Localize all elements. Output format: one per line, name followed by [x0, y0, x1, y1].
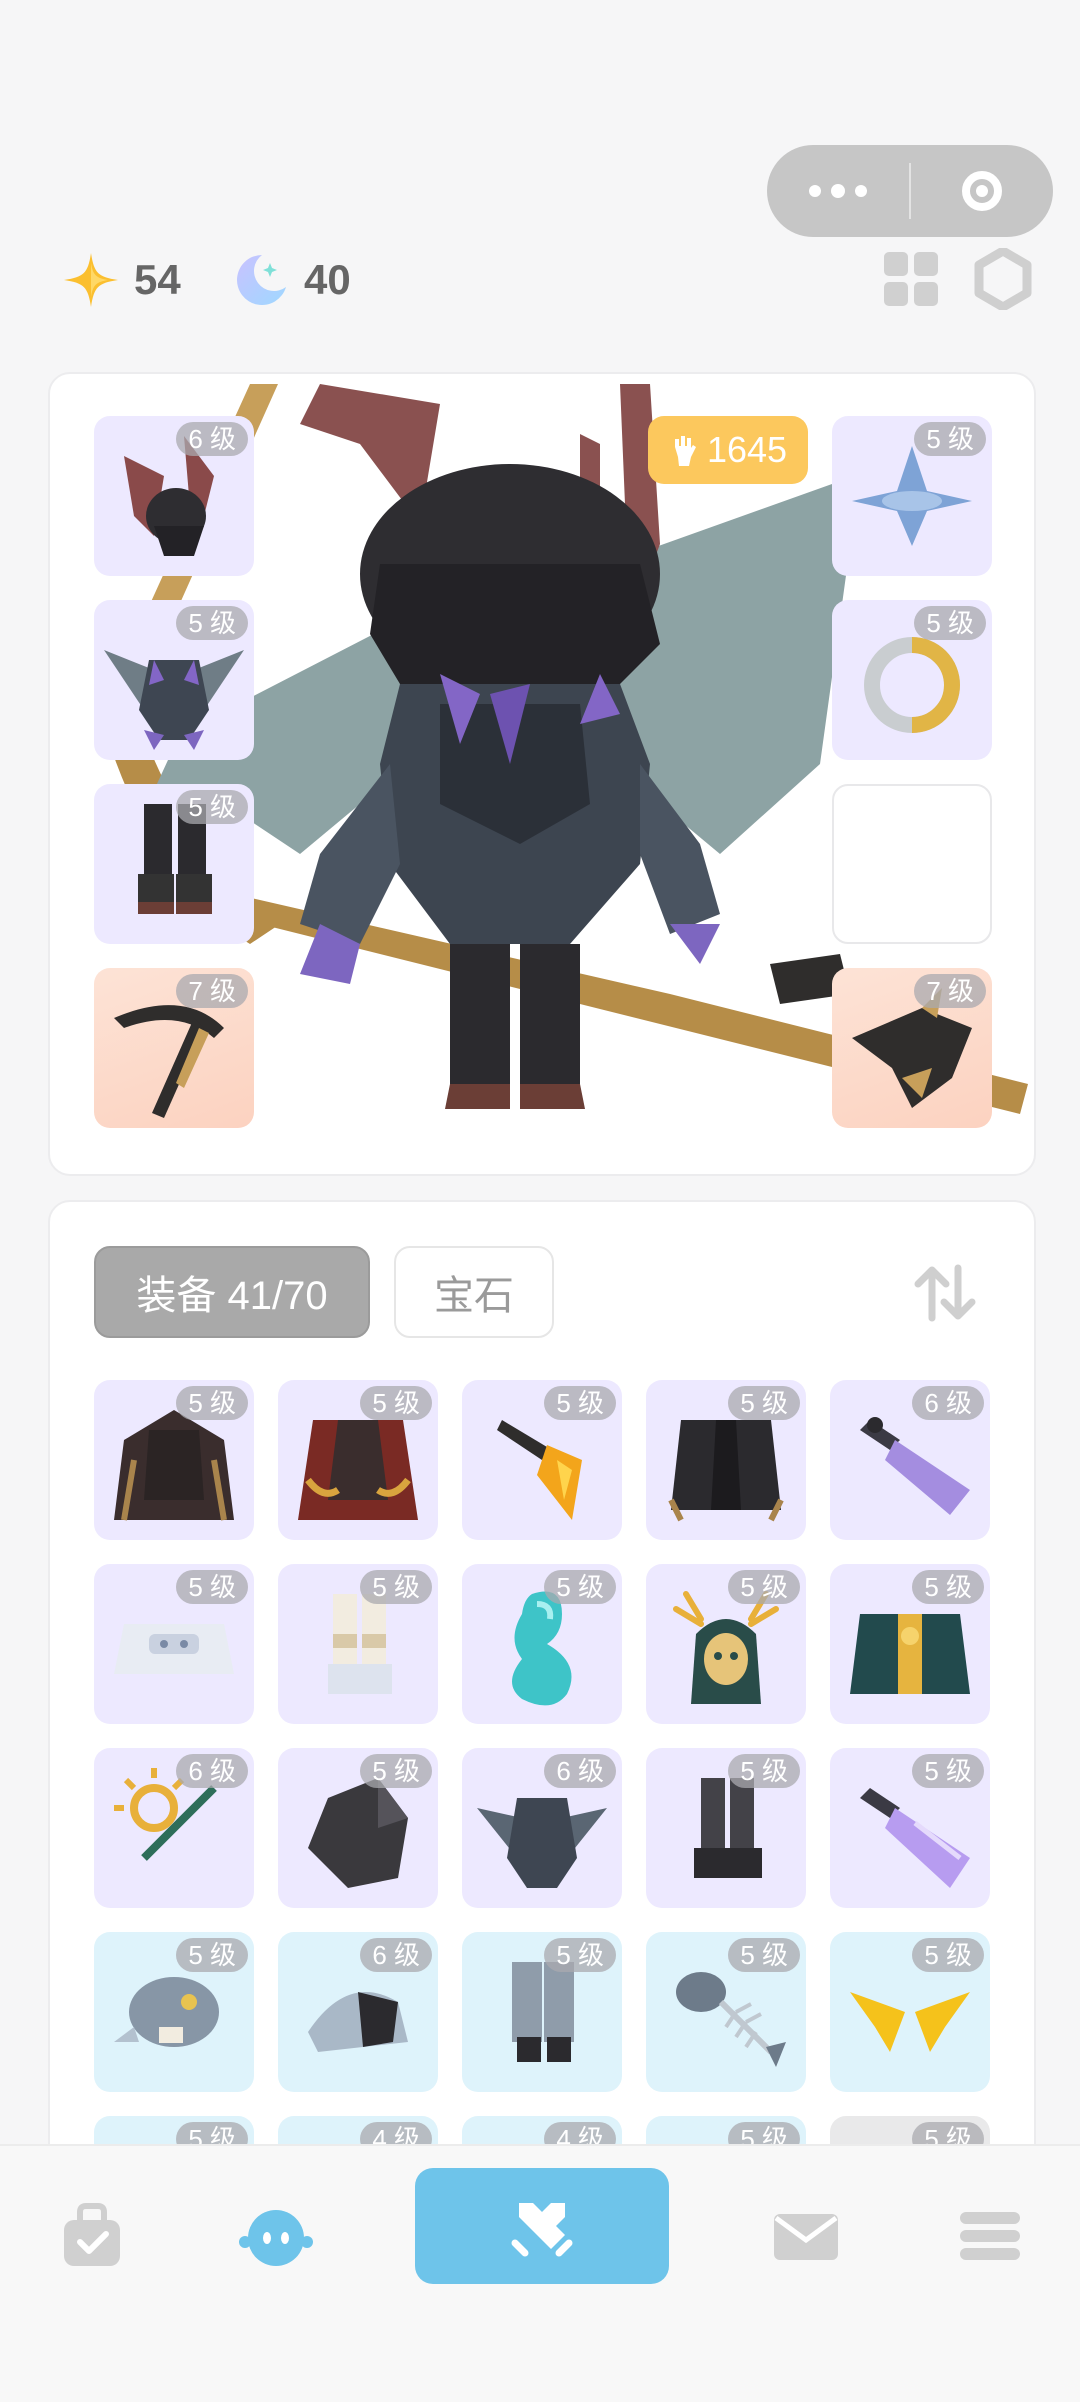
level-badge: 5 级 — [728, 1570, 800, 1604]
combat-power-badge: 1645 — [648, 416, 808, 484]
level-badge: 6 级 — [912, 1386, 984, 1420]
inventory-item[interactable]: 5 级 — [94, 1380, 254, 1540]
inventory-item[interactable]: 5 级 — [278, 1564, 438, 1724]
close-button[interactable] — [911, 171, 1053, 211]
star-count: 54 — [134, 256, 181, 303]
level-badge: 5 级 — [176, 1570, 248, 1604]
inventory-item[interactable]: 5 级 — [830, 1748, 990, 1908]
level-badge: 5 级 — [176, 1938, 248, 1972]
character-panel: 1645 6 级 5 级 5 级 7 级 5 级 5 级 7 级 — [48, 372, 1036, 1176]
level-badge: 7 级 — [914, 974, 986, 1008]
inventory-item[interactable]: 5 级 — [462, 1932, 622, 2092]
combat-power-value: 1645 — [706, 429, 788, 470]
slot-ring[interactable]: 5 级 — [832, 600, 992, 760]
inventory-item[interactable]: 5 级 — [646, 1932, 806, 2092]
bottom-nav — [0, 2144, 1080, 2402]
slot-weapon[interactable]: 7 级 — [94, 968, 254, 1128]
character-icon[interactable] — [236, 2196, 316, 2276]
inventory-item[interactable]: 5 级 — [830, 1564, 990, 1724]
slot-empty[interactable] — [832, 784, 992, 944]
inventory-item[interactable]: 5 级 — [646, 1748, 806, 1908]
inventory-item[interactable]: 5 级 — [462, 1564, 622, 1724]
level-badge: 5 级 — [176, 790, 248, 824]
more-button[interactable] — [767, 145, 909, 237]
grid-icon[interactable] — [884, 252, 938, 306]
tab-gems[interactable]: 宝石 — [394, 1246, 554, 1338]
inventory-item[interactable]: 6 级 — [462, 1748, 622, 1908]
star-currency: 54 — [62, 248, 181, 312]
level-badge: 6 级 — [176, 1754, 248, 1788]
moon-currency: 40 — [232, 248, 351, 312]
moon-icon — [237, 255, 286, 305]
inventory-item[interactable]: 5 级 — [646, 1564, 806, 1724]
level-badge: 7 级 — [176, 974, 248, 1008]
level-badge: 5 级 — [912, 1754, 984, 1788]
slot-helmet[interactable]: 6 级 — [94, 416, 254, 576]
inventory-item[interactable]: 6 级 — [94, 1748, 254, 1908]
level-badge: 5 级 — [728, 1754, 800, 1788]
level-badge: 5 级 — [912, 1938, 984, 1972]
slot-boots[interactable]: 5 级 — [94, 784, 254, 944]
sort-icon[interactable] — [910, 1258, 980, 1328]
level-badge: 5 级 — [176, 606, 248, 640]
slot-armor[interactable]: 5 级 — [94, 600, 254, 760]
level-badge: 5 级 — [914, 422, 986, 456]
inventory-item[interactable]: 5 级 — [278, 1748, 438, 1908]
settings-hex-icon[interactable] — [972, 248, 1034, 310]
inventory-item[interactable]: 6 级 — [830, 1380, 990, 1540]
battle-icon — [511, 2203, 573, 2257]
level-badge: 6 级 — [176, 422, 248, 456]
battle-button[interactable] — [415, 2168, 669, 2284]
close-icon — [962, 171, 1002, 211]
level-badge: 5 级 — [544, 1938, 616, 1972]
inventory-item[interactable]: 6 级 — [278, 1932, 438, 2092]
level-badge: 5 级 — [360, 1570, 432, 1604]
miniprogram-capsule — [767, 145, 1053, 237]
level-badge: 5 级 — [544, 1570, 616, 1604]
level-badge: 6 级 — [544, 1754, 616, 1788]
level-badge: 5 级 — [728, 1386, 800, 1420]
bag-icon[interactable] — [52, 2196, 132, 2276]
inventory-item[interactable]: 5 级 — [646, 1380, 806, 1540]
power-fist-icon — [674, 436, 696, 466]
inventory-item[interactable]: 5 级 — [94, 1564, 254, 1724]
star-icon — [64, 253, 118, 307]
level-badge: 5 级 — [544, 1386, 616, 1420]
level-badge: 5 级 — [728, 1938, 800, 1972]
mail-icon[interactable] — [766, 2196, 846, 2276]
inventory-item[interactable]: 5 级 — [830, 1932, 990, 2092]
inventory-panel: 装备 41/70 宝石 5 级 5 级 5 级 5 级 6 级 5 级 5 级 5 级 5 级 5… — [48, 1200, 1036, 2200]
slot-hat[interactable]: 5 级 — [832, 416, 992, 576]
level-badge: 5 级 — [912, 1570, 984, 1604]
inventory-item[interactable]: 5 级 — [94, 1932, 254, 2092]
level-badge: 5 级 — [176, 1386, 248, 1420]
moon-count: 40 — [304, 256, 351, 303]
inventory-item[interactable]: 5 级 — [278, 1380, 438, 1540]
level-badge: 6 级 — [360, 1938, 432, 1972]
inventory-item[interactable]: 5 级 — [462, 1380, 622, 1540]
tab-equipment[interactable]: 装备 41/70 — [94, 1246, 370, 1338]
level-badge: 5 级 — [914, 606, 986, 640]
menu-icon[interactable] — [950, 2196, 1030, 2276]
level-badge: 5 级 — [360, 1754, 432, 1788]
level-badge: 5 级 — [360, 1386, 432, 1420]
slot-offhand[interactable]: 7 级 — [832, 968, 992, 1128]
